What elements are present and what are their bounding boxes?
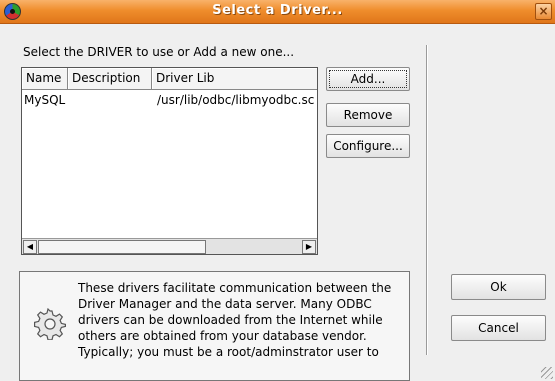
scroll-right-button[interactable]: ▶ bbox=[302, 240, 316, 254]
info-box: These drivers facilitate communication b… bbox=[19, 271, 410, 381]
cell-driver-lib: /usr/lib/odbc/libmyodbc.sc bbox=[157, 93, 315, 107]
instruction-label: Select the DRIVER to use or Add a new on… bbox=[23, 45, 295, 59]
configure-button[interactable]: Configure... bbox=[326, 134, 410, 158]
window-title: Select a Driver... bbox=[212, 3, 343, 18]
cancel-button[interactable]: Cancel bbox=[451, 315, 546, 341]
column-header-description[interactable]: Description bbox=[68, 68, 152, 90]
column-header-name[interactable]: Name bbox=[22, 68, 68, 90]
ok-button[interactable]: Ok bbox=[451, 274, 546, 300]
list-header: Name Description Driver Lib bbox=[22, 68, 317, 90]
info-text: These drivers facilitate communication b… bbox=[78, 281, 392, 359]
add-button[interactable]: Add... bbox=[326, 67, 410, 91]
list-item[interactable]: MySQL /usr/lib/odbc/libmyodbc.sc bbox=[22, 92, 317, 108]
cell-description bbox=[68, 92, 152, 108]
scroll-thumb[interactable] bbox=[38, 240, 206, 254]
vertical-separator bbox=[426, 45, 428, 355]
close-button[interactable] bbox=[535, 3, 552, 20]
cell-name: MySQL bbox=[24, 93, 66, 107]
remove-button[interactable]: Remove bbox=[326, 103, 410, 127]
column-header-driver-lib[interactable]: Driver Lib bbox=[152, 68, 317, 90]
scroll-left-button[interactable]: ◀ bbox=[23, 240, 37, 254]
gear-icon bbox=[34, 308, 66, 340]
resize-grip[interactable] bbox=[541, 367, 553, 379]
driver-list[interactable]: Name Description Driver Lib MySQL /usr/l… bbox=[21, 67, 318, 255]
title-bar: Select a Driver... bbox=[0, 0, 555, 24]
horizontal-scrollbar[interactable]: ◀ ▶ bbox=[22, 238, 317, 254]
